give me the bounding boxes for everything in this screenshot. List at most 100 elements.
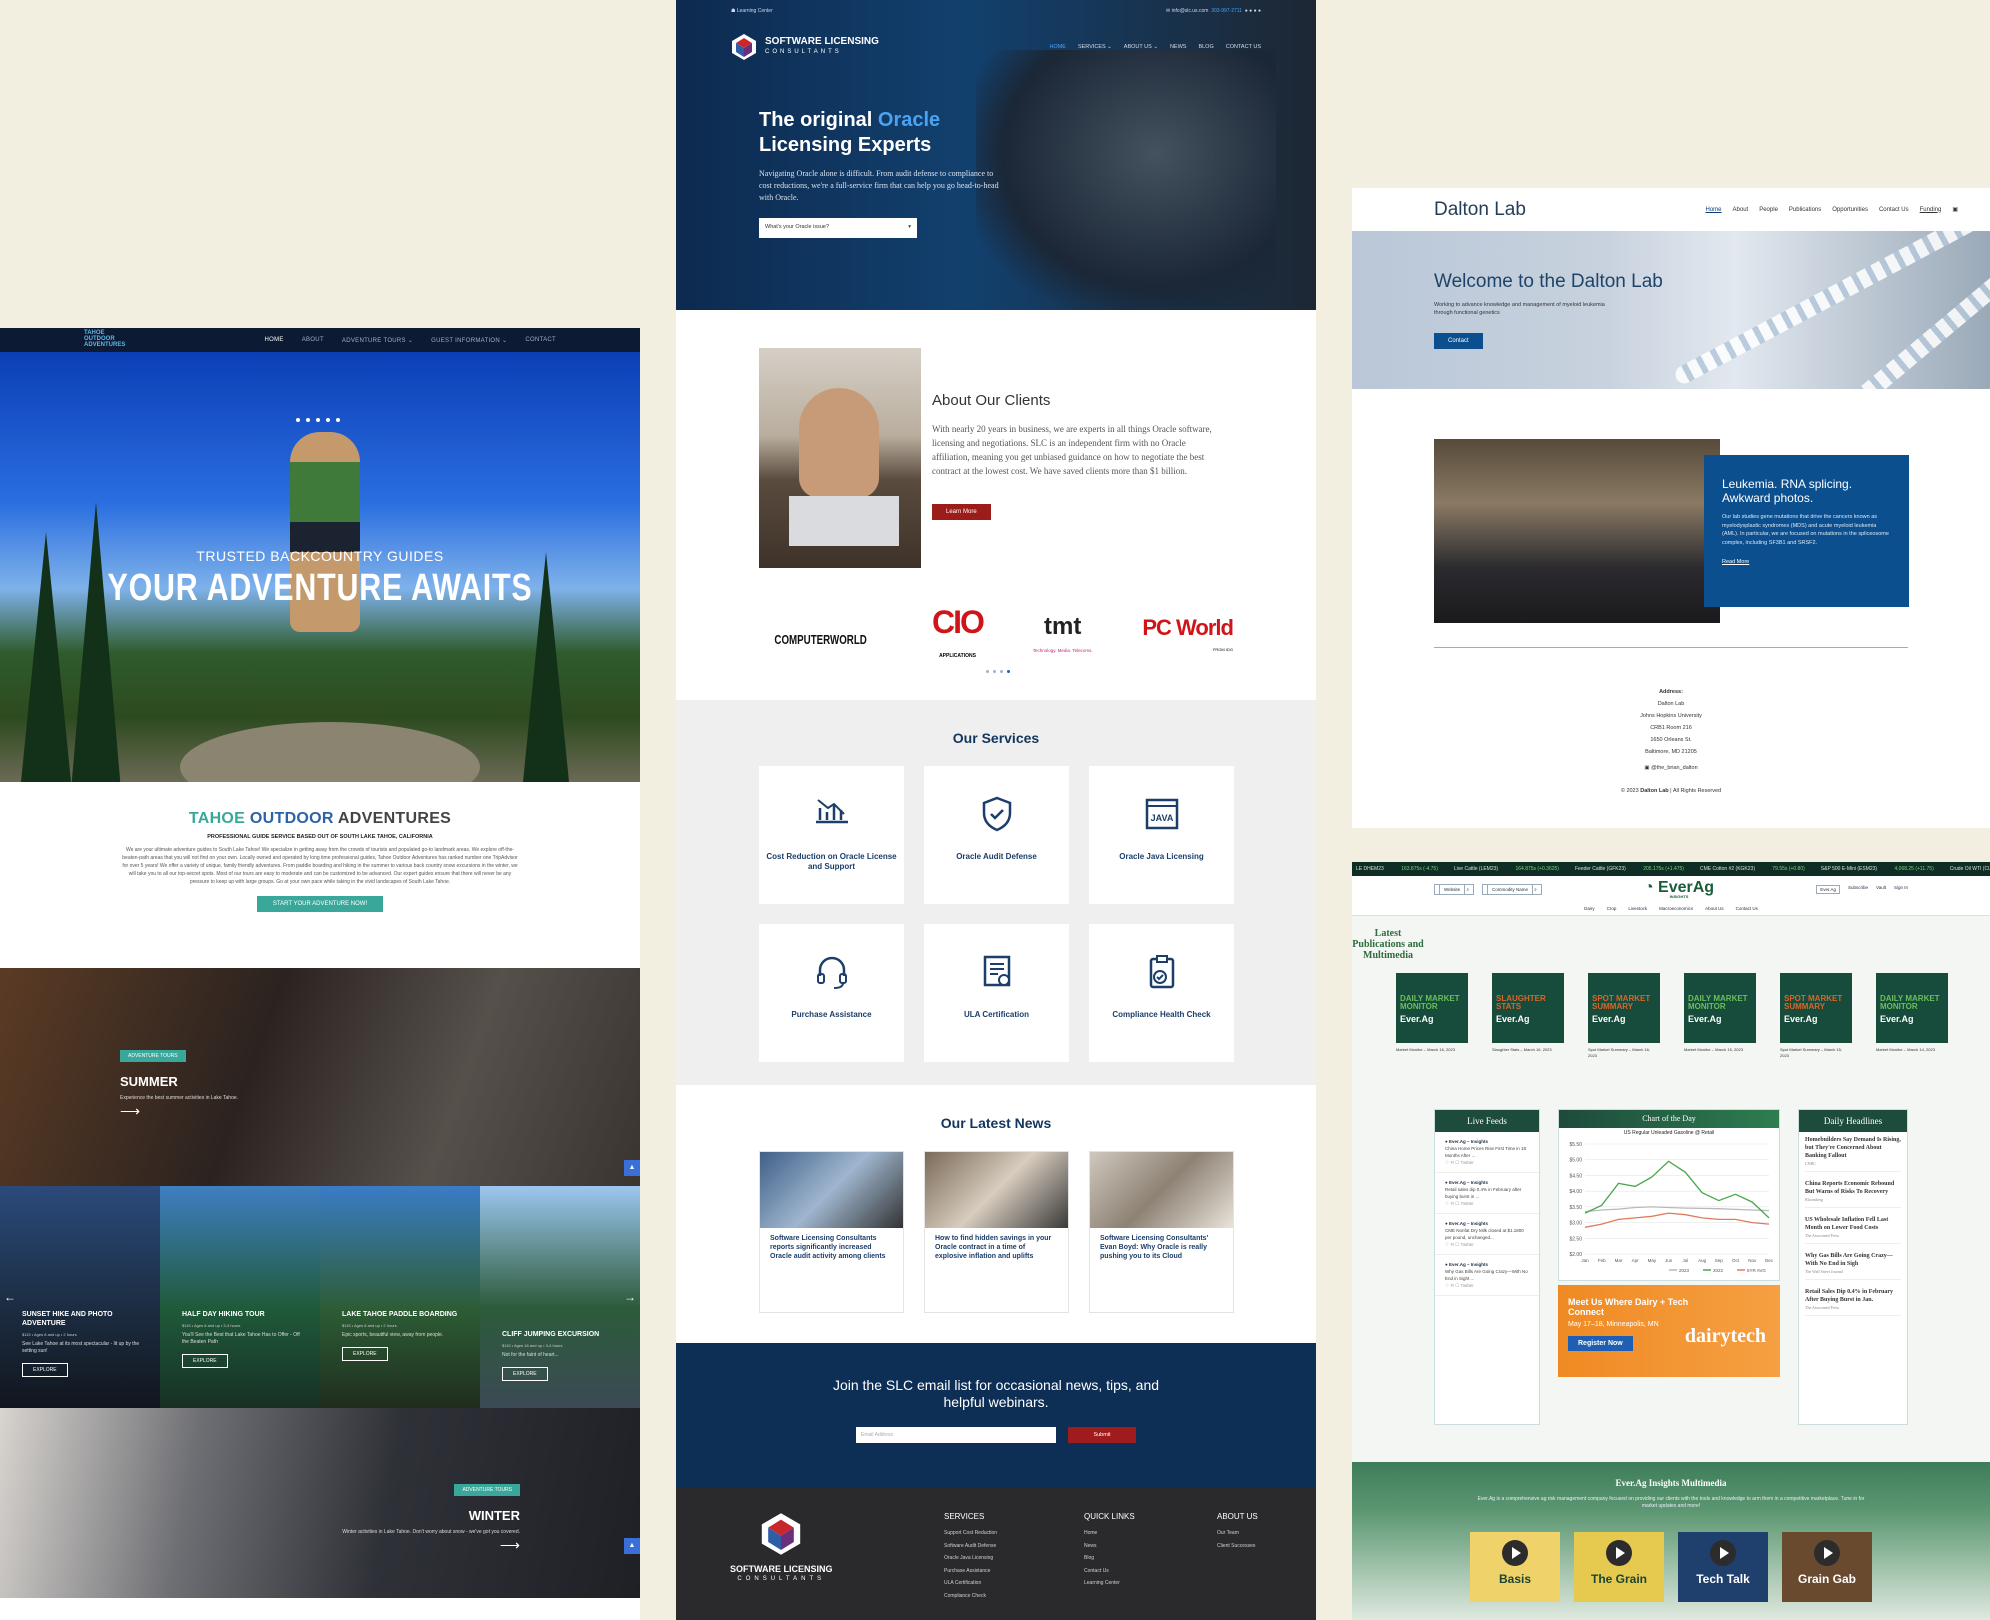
twitter-icon[interactable]: ▣ [1952,206,1958,213]
nav-item[interactable]: ABOUT US ⌄ [1124,44,1158,50]
feed-actions[interactable]: ♡ ⟲ ☐ Twitter [1445,1282,1529,1289]
nav-item[interactable]: Contact Us [1879,207,1909,213]
tahoe-logo[interactable]: TAHOE OUTDOOR ADVENTURES [84,330,125,350]
explore-button[interactable]: EXPLORE [342,1347,388,1361]
logo-pager[interactable] [986,670,1010,673]
footer-link[interactable]: Contact Us [1084,1565,1135,1578]
nav-item[interactable]: HOME [265,337,284,344]
commodity-search[interactable]: Commodity Name ⌕ [1481,883,1542,895]
feed-item[interactable]: ● Ever.Ag – Insights CME Nonfat Dry Milk … [1435,1214,1539,1255]
feed-actions[interactable]: ♡ ⟲ ☐ Twitter [1445,1200,1529,1207]
footer-link[interactable]: Purchase Assistance [944,1565,997,1578]
video-card[interactable]: Basis [1470,1532,1560,1602]
nav-item[interactable]: Publications [1789,207,1821,213]
footer-link[interactable]: Our Team [1217,1527,1258,1540]
feed-item[interactable]: ● Ever.Ag – Insights Retail sales dip 0.4… [1435,1173,1539,1214]
arrow-right-icon[interactable]: ⟶ [120,1103,238,1120]
publication-card[interactable]: DAILY MARKET MONITOR Ever.Ag Market Monito… [1396,973,1468,1059]
footer-link[interactable]: Blog [1084,1552,1135,1565]
contact-button[interactable]: Contact [1434,333,1483,349]
learning-center-link[interactable]: ☗ Learning Center [731,8,773,14]
site-title[interactable]: Dalton Lab [1434,199,1526,221]
publication-card[interactable]: SPOT MARKET SUMMARY Ever.Ag Spot Market Su… [1780,973,1852,1059]
winter-tag[interactable]: ADVENTURE TOURS [454,1484,520,1496]
everag-logo[interactable]: ◔ EverAg INSIGHTS [1644,879,1714,899]
service-card[interactable]: Oracle Audit Defense [924,766,1069,904]
news-card[interactable]: How to find hidden savings in your Oracl… [924,1151,1069,1313]
footer-link[interactable]: Client Successes [1217,1540,1258,1553]
subnav-item[interactable]: Livestock [1628,906,1647,911]
feed-actions[interactable]: ♡ ⟲ ☐ Twitter [1445,1159,1529,1166]
service-card[interactable]: ULA Certification [924,924,1069,1062]
nav-item[interactable]: ADVENTURE TOURS ⌄ [342,337,413,344]
footer-link[interactable]: Home [1084,1527,1135,1540]
website-search[interactable]: Website ⌕ [1434,883,1474,895]
footer-link[interactable]: Oracle Java Licensing [944,1552,997,1565]
publication-card[interactable]: DAILY MARKET MONITOR Ever.Ag Market Monito… [1684,973,1756,1059]
play-icon[interactable] [1606,1540,1632,1566]
twitter-link[interactable]: ▣ @the_brian_dalton [1352,762,1990,774]
service-card[interactable]: Purchase Assistance [759,924,904,1062]
nav-item[interactable]: Opportunities [1832,207,1868,213]
news-card[interactable]: Software Licensing Consultants' Evan Boy… [1089,1151,1234,1313]
prev-arrow-icon[interactable]: ← [4,1290,16,1304]
footer-link[interactable]: News [1084,1540,1135,1553]
dairytech-ad[interactable]: Meet Us Where Dairy + Tech Connect May 1… [1558,1285,1780,1377]
learn-more-button[interactable]: Learn More [932,504,991,520]
footer-link[interactable]: Compliance Check [944,1590,997,1603]
header-link[interactable]: Sign In [1894,885,1908,894]
summer-tag[interactable]: ADVENTURE TOURS [120,1050,186,1062]
news-card[interactable]: Software Licensing Consultants reports s… [759,1151,904,1313]
scroll-top-button[interactable]: ▲ [624,1538,640,1554]
feed-actions[interactable]: ♡ ⟲ ☐ Twitter [1445,1241,1529,1248]
nav-item[interactable]: BLOG [1198,44,1213,50]
publication-card[interactable]: DAILY MARKET MONITOR Ever.Ag Market Monito… [1876,973,1948,1059]
service-card[interactable]: JAVA Oracle Java Licensing [1089,766,1234,904]
read-more-link[interactable]: Read More [1722,559,1891,565]
explore-button[interactable]: EXPLORE [502,1367,548,1381]
subnav-item[interactable]: Macroeconomics [1659,906,1693,911]
service-card[interactable]: Cost Reduction on Oracle License and Sup… [759,766,904,904]
headline-item[interactable]: Retail Sales Dip 0.4% in February After … [1799,1284,1907,1320]
feed-item[interactable]: ● Ever.Ag – Insights China Home Prices Ri… [1435,1132,1539,1173]
email-input[interactable]: Email Address [856,1427,1056,1443]
publication-card[interactable]: SPOT MARKET SUMMARY Ever.Ag Spot Market Su… [1588,973,1660,1059]
headline-item[interactable]: Why Gas Bills Are Going Crazy—With No En… [1799,1248,1907,1284]
submit-button[interactable]: Submit [1068,1427,1136,1443]
subnav-item[interactable]: Crop [1607,906,1617,911]
footer-brand[interactable]: SOFTWARE LICENSING CONSULTANTS [730,1510,833,1584]
phone-link[interactable]: 303-997-2711 [1211,8,1242,14]
nav-item[interactable]: People [1759,207,1778,213]
feed-item[interactable]: ● Ever.Ag – Insights Why Gas Bills Are Go… [1435,1255,1539,1296]
register-button[interactable]: Register Now [1568,1336,1633,1351]
service-card[interactable]: Compliance Health Check [1089,924,1234,1062]
subnav-item[interactable]: Contact Us [1736,906,1758,911]
play-icon[interactable] [1710,1540,1736,1566]
email-link[interactable]: info@slc.us.com [1172,8,1209,14]
nav-item[interactable]: Home [1706,207,1722,213]
play-icon[interactable] [1502,1540,1528,1566]
subnav-item[interactable]: About Us [1705,906,1724,911]
video-card[interactable]: Tech Talk [1678,1532,1768,1602]
nav-item[interactable]: ABOUT [302,337,324,344]
video-card[interactable]: Grain Gab [1782,1532,1872,1602]
news-title[interactable]: How to find hidden savings in your Oracl… [925,1228,1068,1267]
explore-button[interactable]: EXPLORE [182,1354,228,1368]
nav-item[interactable]: NEWS [1170,44,1187,50]
headline-item[interactable]: US Wholesale Inflation Fell Last Month o… [1799,1212,1907,1248]
news-title[interactable]: Software Licensing Consultants reports s… [760,1228,903,1267]
footer-link[interactable]: Software Audit Defense [944,1540,997,1553]
social-icons[interactable]: ● ● ● ● [1245,8,1261,14]
arrow-right-icon[interactable]: ⟶ [342,1537,520,1554]
header-link[interactable]: Ever.Ag [1816,884,1841,894]
header-link[interactable]: Subscribe [1848,885,1868,894]
header-link[interactable]: Vault [1876,885,1886,894]
nav-item[interactable]: SERVICES ⌄ [1078,44,1112,50]
nav-item[interactable]: HOME [1049,44,1066,50]
nav-item[interactable]: Funding [1920,207,1942,213]
footer-link[interactable]: Learning Center [1084,1577,1135,1590]
headline-item[interactable]: China Reports Economic Rebound But Warns… [1799,1176,1907,1212]
nav-item[interactable]: CONTACT US [1226,44,1261,50]
scroll-top-button[interactable]: ▲ [624,1160,640,1176]
oracle-issue-select[interactable]: What's your Oracle issue? ▾ [759,218,917,238]
